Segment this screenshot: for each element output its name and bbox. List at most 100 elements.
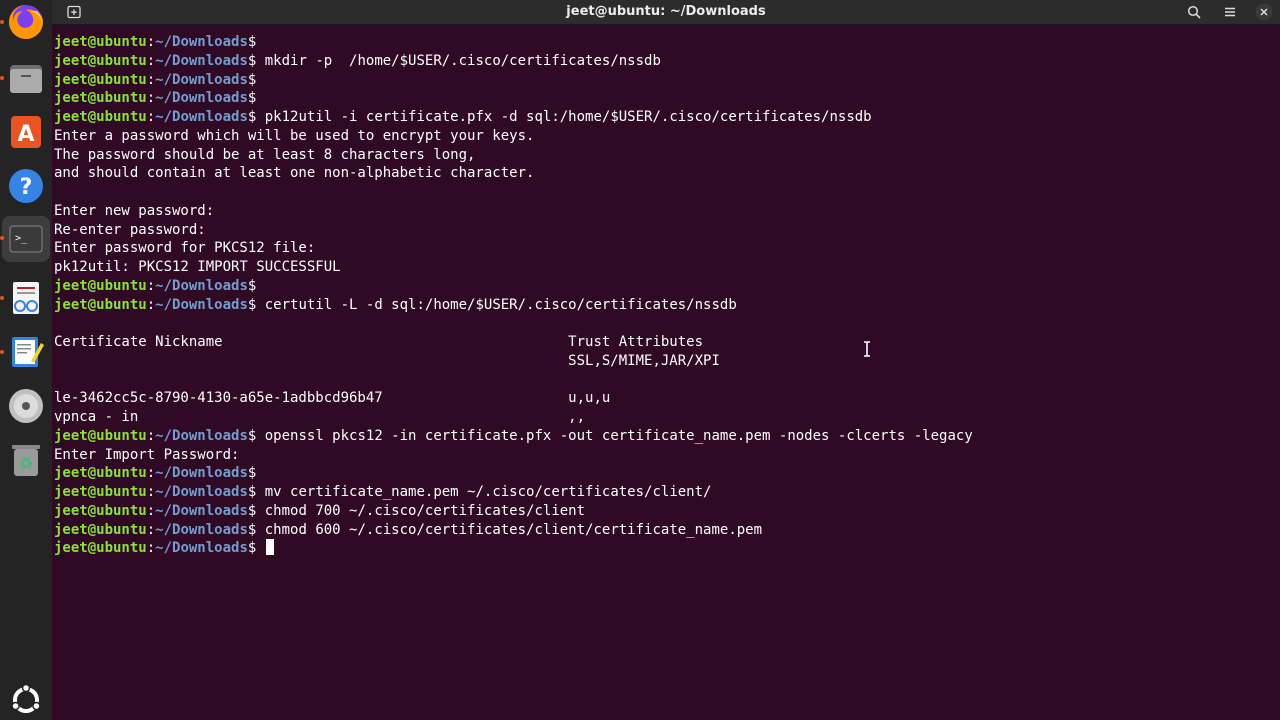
output-text: Re-enter password: — [54, 221, 206, 238]
prompt-line: jeet@ubuntu:~/Downloads$ chmod 600 ~/.ci… — [54, 521, 1280, 540]
terminal-headerbar: jeet@ubuntu: ~/Downloads — [52, 0, 1280, 25]
prompt-colon: : — [146, 427, 156, 444]
prompt-line: jeet@ubuntu:~/Downloads$ — [54, 33, 1280, 52]
dock-files[interactable] — [6, 58, 46, 98]
command-text: certutil -L -d sql:/home/$USER/.cisco/ce… — [256, 296, 737, 313]
dock-firefox[interactable] — [6, 2, 46, 42]
files-icon — [10, 65, 42, 93]
prompt-dollar: $ — [247, 465, 257, 482]
prompt-colon: : — [146, 521, 156, 538]
prompt-path: ~/Downloads — [155, 540, 248, 557]
prompt-dollar: $ — [247, 34, 257, 50]
prompt-user: jeet@ubuntu — [54, 540, 147, 557]
dock-app-center[interactable]: A — [6, 112, 46, 152]
document-viewer-icon — [13, 282, 39, 314]
output-text: Certificate Nickname Trust Attributes — [54, 334, 704, 350]
prompt-user: jeet@ubuntu — [54, 465, 147, 482]
prompt-line: jeet@ubuntu:~/Downloads$ — [54, 71, 1280, 90]
hamburger-menu-icon — [1225, 7, 1235, 17]
output-text: vpnca - in ,, — [54, 409, 586, 425]
prompt-path: ~/Downloads — [155, 296, 248, 313]
prompt-user: jeet@ubuntu — [54, 90, 147, 107]
search-button[interactable] — [1182, 0, 1206, 24]
prompt-line: jeet@ubuntu:~/Downloads$ chmod 700 ~/.ci… — [54, 502, 1280, 521]
prompt-line: jeet@ubuntu:~/Downloads$ — [54, 89, 1280, 108]
dock-document-viewer[interactable] — [6, 278, 46, 318]
terminal-output: jeet@ubuntu:~/Downloads$ jeet@ubuntu:~/Do… — [54, 33, 1280, 558]
prompt-user: jeet@ubuntu — [54, 484, 147, 500]
running-indicator — [0, 236, 4, 240]
firefox-icon — [9, 5, 43, 39]
prompt-colon: : — [146, 296, 156, 313]
output-line: Re-enter password: — [54, 221, 1280, 240]
dock-text-editor[interactable] — [6, 332, 46, 372]
prompt-line: jeet@ubuntu:~/Downloads$ pk12util -i cer… — [54, 108, 1280, 127]
prompt-colon: : — [146, 90, 156, 107]
terminal-icon: >_ — [9, 225, 43, 253]
prompt-colon: : — [146, 71, 156, 88]
search-icon — [1187, 5, 1201, 19]
dock-help[interactable]: ? — [6, 166, 46, 206]
prompt-colon: : — [146, 465, 156, 482]
svg-text:>_: >_ — [15, 233, 28, 244]
output-line: Enter password for PKCS12 file: — [54, 239, 1280, 258]
output-text: Enter new password: — [54, 202, 215, 219]
menu-button[interactable] — [1218, 0, 1242, 24]
command-text: chmod 700 ~/.cisco/certificates/client — [256, 502, 586, 519]
prompt-colon: : — [146, 540, 156, 557]
prompt-colon: : — [146, 34, 156, 50]
prompt-path: ~/Downloads — [155, 109, 248, 125]
output-line: and should contain at least one non-alph… — [54, 164, 1280, 183]
prompt-user: jeet@ubuntu — [54, 71, 147, 88]
ibeam-cursor-icon — [864, 341, 870, 357]
trash-icon: ♻ — [12, 445, 40, 476]
prompt-line: jeet@ubuntu:~/Downloads$ — [54, 464, 1280, 483]
prompt-colon: : — [146, 484, 156, 500]
output-line: pk12util: PKCS12 IMPORT SUCCESSFUL — [54, 258, 1280, 277]
close-window-button[interactable] — [1254, 0, 1274, 24]
output-line: Enter Import Password: — [54, 446, 1280, 465]
help-icon: ? — [9, 169, 43, 203]
prompt-colon: : — [146, 277, 156, 294]
prompt-dollar: $ — [247, 90, 257, 107]
prompt-user: jeet@ubuntu — [54, 521, 147, 538]
output-text: pk12util: PKCS12 IMPORT SUCCESSFUL — [54, 259, 341, 275]
dock-show-apps[interactable] — [6, 680, 46, 720]
prompt-user: jeet@ubuntu — [54, 52, 147, 69]
output-text: The password should be at least 8 charac… — [54, 146, 476, 163]
svg-text:A: A — [17, 122, 34, 147]
dock-disc[interactable] — [6, 386, 46, 426]
output-line: le-3462cc5c-8790-4130-a65e-1adbbcd96b47 … — [54, 389, 1280, 408]
prompt-user: jeet@ubuntu — [54, 34, 147, 50]
prompt-colon: : — [146, 109, 156, 125]
prompt-dollar: $ — [247, 277, 257, 294]
prompt-line: jeet@ubuntu:~/Downloads$ mv certificate_… — [54, 483, 1280, 502]
ubuntu-logo-icon — [11, 683, 41, 713]
terminal-view[interactable]: jeet@ubuntu:~/Downloads$ jeet@ubuntu:~/Do… — [52, 25, 1280, 720]
command-text — [256, 540, 264, 556]
command-text: pk12util -i certificate.pfx -d sql:/home… — [256, 109, 872, 125]
command-text: chmod 600 ~/.cisco/certificates/client/c… — [256, 521, 763, 538]
dock-terminal[interactable]: >_ — [2, 216, 50, 262]
running-indicator — [0, 350, 4, 354]
output-line: SSL,S/MIME,JAR/XPI — [54, 352, 1280, 371]
prompt-user: jeet@ubuntu — [54, 277, 147, 294]
output-line: The password should be at least 8 charac… — [54, 146, 1280, 165]
output-line: Enter new password: — [54, 202, 1280, 221]
text-editor-icon — [12, 337, 44, 367]
command-text: mv certificate_name.pem ~/.cisco/certifi… — [256, 484, 712, 500]
running-indicator — [0, 76, 4, 80]
text-cursor — [265, 539, 274, 556]
prompt-colon: : — [146, 502, 156, 519]
running-indicator — [0, 20, 4, 24]
prompt-line: jeet@ubuntu:~/Downloads$ — [54, 539, 1280, 558]
output-line: Enter a password which will be used to e… — [54, 127, 1280, 146]
running-indicator — [0, 296, 4, 300]
prompt-line: jeet@ubuntu:~/Downloads$ certutil -L -d … — [54, 296, 1280, 315]
svg-text:♻: ♻ — [19, 454, 33, 473]
prompt-user: jeet@ubuntu — [54, 296, 147, 313]
output-text: Enter Import Password: — [54, 446, 240, 463]
close-icon — [1255, 3, 1273, 21]
dock-trash[interactable]: ♻ — [6, 440, 46, 480]
